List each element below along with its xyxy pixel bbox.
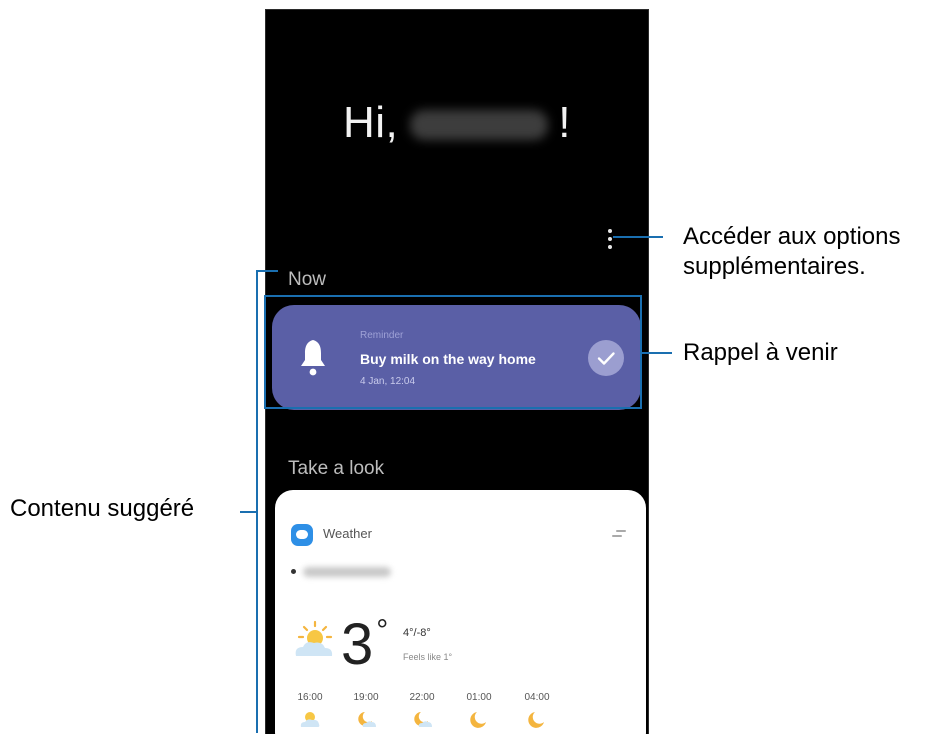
weather-app-icon — [291, 524, 313, 546]
weather-card-menu-icon[interactable] — [612, 529, 626, 539]
more-options-annotation: Accéder aux options supplémentaires. — [683, 222, 900, 282]
upcoming-reminder-annotation: Rappel à venir — [683, 339, 838, 366]
degree-symbol: ° — [376, 614, 389, 647]
suggested-bracket-vertical — [256, 270, 258, 733]
more-options-annotation-line2: supplémentaires. — [683, 253, 866, 280]
take-a-look-title: Take a look — [288, 458, 385, 479]
hour-label: 19:00 — [353, 692, 379, 703]
current-temperature: 3 ° — [341, 616, 388, 674]
reminder-highlight-frame — [264, 295, 642, 409]
partly-sunny-icon — [300, 712, 320, 727]
hour-label: 01:00 — [466, 692, 492, 703]
blurred-user-name — [410, 110, 549, 141]
greeting: Hi,! — [266, 98, 648, 148]
reminder-callout-line — [642, 352, 672, 354]
moon-icon — [528, 712, 544, 728]
location-pin-icon — [291, 569, 296, 574]
hour-label: 22:00 — [409, 692, 435, 703]
moon-cloud-icon — [414, 712, 432, 727]
current-temperature-value: 3 — [341, 612, 374, 677]
feels-like-label: Feels like 1° — [403, 652, 453, 662]
more-options-annotation-line1: Accéder aux options — [683, 223, 901, 250]
temperature-range: 4°/-8° — [403, 627, 431, 639]
suggested-bracket-top — [256, 270, 278, 272]
now-section-title: Now — [288, 269, 327, 290]
weather-app-name: Weather — [323, 526, 372, 541]
moon-icon — [470, 712, 486, 728]
hour-label: 16:00 — [297, 692, 323, 703]
more-options-icon[interactable] — [604, 228, 616, 250]
hour-label: 04:00 — [524, 692, 550, 703]
greeting-prefix: Hi, — [342, 98, 399, 147]
greeting-suffix: ! — [558, 98, 571, 147]
blurred-location — [303, 567, 391, 577]
suggested-content-annotation: Contenu suggéré — [10, 495, 195, 522]
partly-sunny-icon — [295, 620, 333, 656]
more-options-callout-line — [613, 236, 663, 238]
suggested-callout-line — [240, 511, 256, 513]
moon-cloud-icon — [358, 712, 376, 727]
weather-card[interactable]: Weather 3 ° 4°/-8° Feels like 1° 16:00 19… — [275, 490, 646, 734]
